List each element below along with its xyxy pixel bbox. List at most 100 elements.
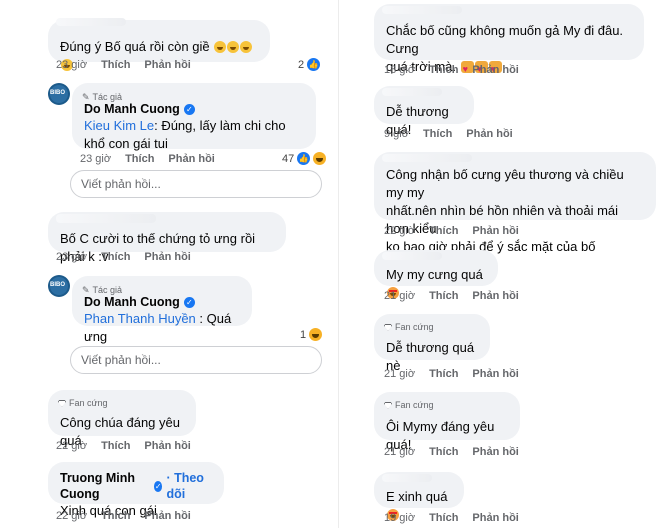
like-reaction-icon: 👍 <box>307 58 321 71</box>
comment-text: E xinh quá <box>386 489 448 504</box>
comment-time: 21 giờ <box>384 446 416 458</box>
grin-emoji-icon <box>240 41 253 53</box>
reply-input[interactable]: Viết phản hồi... <box>70 170 322 198</box>
reply-link[interactable]: Phản hồi <box>472 368 518 380</box>
reaction-summary[interactable]: 2 👍 <box>298 58 321 71</box>
like-link[interactable]: Thích <box>101 440 130 452</box>
reaction-summary[interactable]: 1 <box>300 328 323 341</box>
follow-link[interactable]: · Theo dõi <box>166 470 212 502</box>
mention-link[interactable]: Kieu Kim Le <box>84 118 154 133</box>
avatar-text: BIBO <box>50 90 65 96</box>
comment-time: 22 giờ <box>56 440 88 452</box>
like-link[interactable]: Thích <box>101 510 130 522</box>
comment-actions: 22 giờ Thích Phản hồi <box>56 440 191 452</box>
comment-actions: 22 giờ Thích Phản hồi <box>384 225 519 237</box>
reply-link[interactable]: Phản hồi <box>472 225 518 237</box>
comment-actions: 21 giờ Thích Phản hồi <box>384 290 519 302</box>
author-tag: ✎ Tác giả <box>82 281 122 299</box>
comment-bubble: E xinh quá <box>374 472 464 521</box>
comment-bubble: Dễ thương quá! <box>374 86 474 137</box>
author-tag: ✎ Tác giả <box>82 88 122 106</box>
comment-bubble: Công nhận bố cưng yêu thương và chiều my… <box>374 152 656 254</box>
comment-time: 22 giờ <box>56 510 88 522</box>
comment-time: 23 giờ <box>56 251 88 263</box>
comment-bubble: Đúng ý Bố quá rồi còn giề <box>48 18 270 71</box>
reply-link[interactable]: Phản hồi <box>472 446 518 458</box>
haha-reaction-icon <box>313 152 327 165</box>
comment-actions: 21 giờ Thích Phản hồi <box>384 446 519 458</box>
fan-badge: Fan cứng <box>384 318 434 336</box>
like-link[interactable]: Thích <box>101 59 130 71</box>
comment-bubble: Fan cứng Dễ thương quá nè <box>374 314 490 373</box>
comment-actions: 23 giờ Thích Phản hồi <box>56 251 191 263</box>
reply-link[interactable]: Phản hồi <box>144 510 190 522</box>
blurred-commenter-name <box>382 474 432 482</box>
comment-actions: 18 giờ Thích Phản hồi <box>384 64 519 76</box>
comment-time: 23 giờ <box>80 153 112 165</box>
reaction-count: 2 <box>298 58 305 71</box>
comment-text: Công nhận bố cưng yêu thương và chiều my… <box>386 167 624 200</box>
avatar-text: BIBO <box>50 282 65 288</box>
verified-badge-icon: ✓ <box>183 296 195 308</box>
comment-time: 9 giờ <box>384 128 409 140</box>
reply-link[interactable]: Phản hồi <box>466 128 512 140</box>
like-link[interactable]: Thích <box>423 128 452 140</box>
comment-actions: 23 giờ Thích Phản hồi <box>56 59 191 71</box>
reply-link[interactable]: Phản hồi <box>472 290 518 302</box>
verified-badge-icon: ✓ <box>154 480 163 492</box>
like-link[interactable]: Thích <box>101 251 130 263</box>
comment-time: 21 giờ <box>384 290 416 302</box>
verified-badge-icon: ✓ <box>183 103 195 115</box>
fan-badge: Fan cứng <box>384 396 434 414</box>
left-comments-panel: Đúng ý Bố quá rồi còn giề 23 giờ Thích P… <box>0 0 330 528</box>
blurred-commenter-name <box>382 6 462 14</box>
haha-reaction-icon <box>309 328 323 341</box>
comment-bubble: Bố C cười to thế chứng tỏ ưng rồi phải k… <box>48 212 286 264</box>
grin-emoji-icon <box>227 41 240 53</box>
like-link[interactable]: Thích <box>429 512 458 524</box>
pencil-icon: ✎ <box>82 92 90 102</box>
comment-actions: 21 giờ Thích Phản hồi <box>384 368 519 380</box>
reaction-summary[interactable]: 47 👍 <box>282 152 327 165</box>
reply-link[interactable]: Phản hồi <box>472 512 518 524</box>
like-link[interactable]: Thích <box>125 153 154 165</box>
mention-link[interactable]: Phan Thanh Huyền <box>84 311 196 326</box>
like-link[interactable]: Thích <box>429 225 458 237</box>
comment-actions: 9 giờ Thích Phản hồi <box>384 128 513 140</box>
comment-time: 21 giờ <box>384 368 416 380</box>
commenter-name[interactable]: Truong Minh Cuong <box>60 470 150 502</box>
comment-bubble: Fan cứng Ôi Mymy đáng yêu quá! <box>374 392 520 452</box>
comment-bubble: ✎ Tác giả Do Manh Cuong ✓ Kieu Kim Le: Đ… <box>72 83 316 151</box>
blurred-commenter-name <box>56 18 126 26</box>
reaction-count: 47 <box>282 152 295 165</box>
reply-link[interactable]: Phản hồi <box>144 440 190 452</box>
reply-link[interactable]: Phản hồi <box>168 153 214 165</box>
avatar[interactable]: BIBO <box>48 83 70 105</box>
blurred-commenter-name <box>382 252 442 260</box>
avatar[interactable]: BIBO <box>48 275 70 297</box>
comment-text: Chắc bố cũng không muốn gả My đi đâu. Cư… <box>386 23 624 56</box>
reaction-count: 1 <box>300 328 307 341</box>
pencil-icon: ✎ <box>82 285 90 295</box>
reply-link[interactable]: Phản hồi <box>472 64 518 76</box>
comment-text: Đúng ý Bố quá rồi còn giề <box>60 39 210 54</box>
reply-link[interactable]: Phản hồi <box>144 251 190 263</box>
right-comments-panel: Chắc bố cũng không muốn gả My đi đâu. Cư… <box>348 0 660 528</box>
comment-bubble: Truong Minh Cuong ✓ · Theo dõi Xinh quá … <box>48 462 224 518</box>
like-link[interactable]: Thích <box>429 368 458 380</box>
comment-time: 23 giờ <box>56 59 88 71</box>
comment-time: 19 giờ <box>384 512 416 524</box>
comment-bubble: Fan cứng Công chúa đáng yêu quá <box>48 390 196 448</box>
comment-actions: 22 giờ Thích Phản hồi <box>56 510 191 522</box>
like-link[interactable]: Thích <box>429 290 458 302</box>
diamond-icon <box>384 401 392 409</box>
comment-time: 18 giờ <box>384 64 416 76</box>
comment-actions: 19 giờ Thích Phản hồi <box>384 512 519 524</box>
like-link[interactable]: Thích <box>429 64 458 76</box>
reply-input[interactable]: Viết phản hồi... <box>70 346 322 374</box>
grin-emoji-icon <box>214 41 227 53</box>
blurred-commenter-name <box>56 214 156 223</box>
reply-link[interactable]: Phản hồi <box>144 59 190 71</box>
comment-bubble: Chắc bố cũng không muốn gả My đi đâu. Cư… <box>374 4 644 78</box>
like-link[interactable]: Thích <box>429 446 458 458</box>
